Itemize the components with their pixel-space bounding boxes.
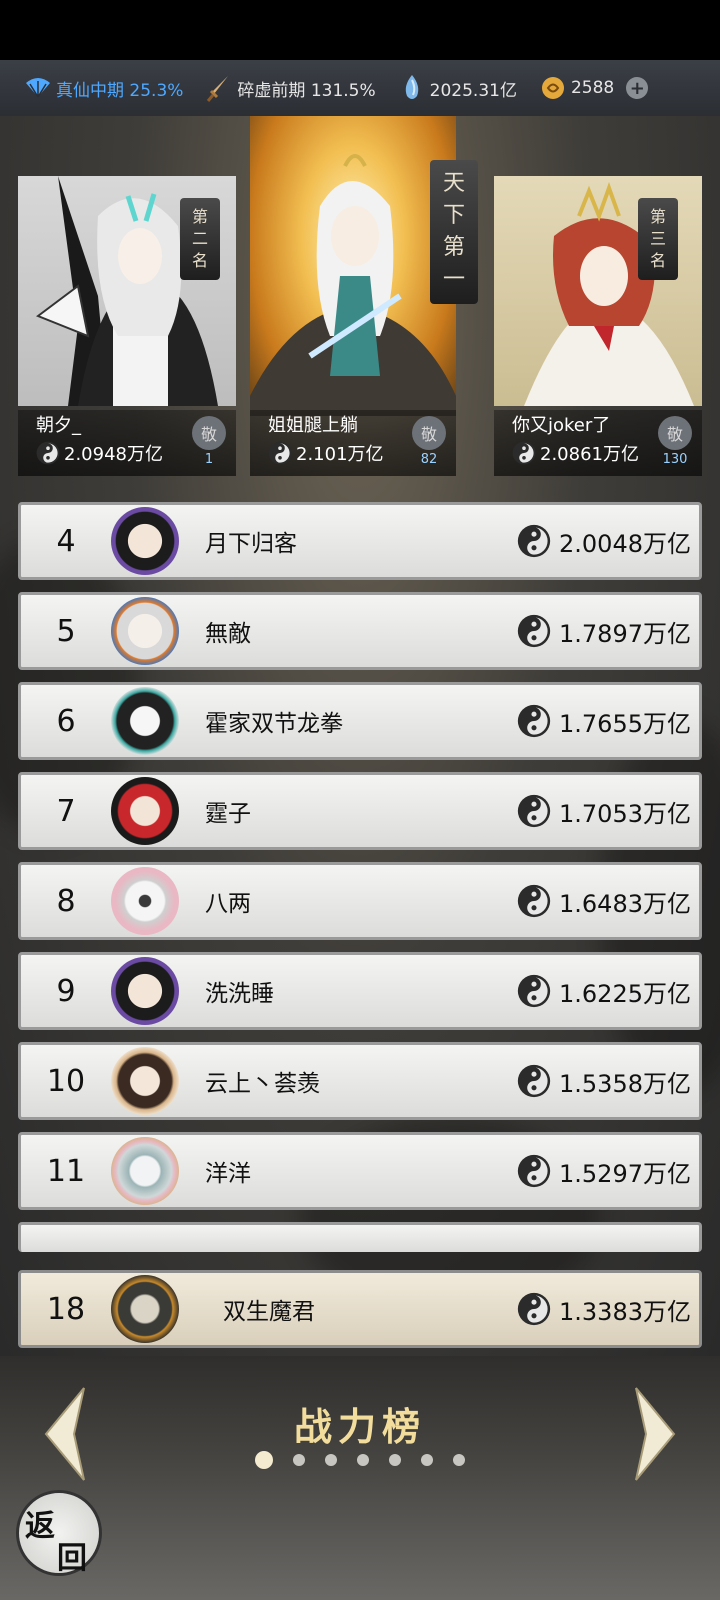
ranking-row[interactable]: 6 霍家双节龙拳 1.7655万亿 bbox=[18, 682, 702, 760]
player-power: 1.6225万亿 bbox=[517, 974, 691, 1009]
ranking-row[interactable]: 4 月下归客 2.0048万亿 bbox=[18, 502, 702, 580]
ranking-row[interactable]: 9 洗洗睡 1.6225万亿 bbox=[18, 952, 702, 1030]
page-dot[interactable] bbox=[255, 1451, 273, 1469]
rank-number: 8 bbox=[56, 883, 76, 919]
yinyang-icon bbox=[517, 1064, 551, 1098]
worship-count: 82 bbox=[420, 452, 438, 467]
player-avatar[interactable] bbox=[111, 867, 179, 935]
rank-number: 9 bbox=[56, 973, 76, 1009]
my-rank-row[interactable]: 18 双生魔君 1.3383万亿 bbox=[18, 1270, 702, 1348]
rank-number: 4 bbox=[56, 523, 76, 559]
player-power: 1.7655万亿 bbox=[517, 704, 691, 739]
ranking-row[interactable]: 11 洋洋 1.5297万亿 bbox=[18, 1132, 702, 1210]
player-avatar[interactable] bbox=[111, 1047, 179, 1115]
player-avatar[interactable] bbox=[111, 1275, 179, 1343]
player-avatar[interactable] bbox=[111, 597, 179, 665]
first-place-info: 姐姐腿上躺 2.101万亿 敬 82 bbox=[250, 410, 456, 476]
rank-banner-first: 天下第一 bbox=[430, 160, 478, 304]
podium-first[interactable]: 天下第一 姐姐腿上躺 2.101万亿 敬 82 bbox=[250, 116, 478, 476]
player-power: 2.0048万亿 bbox=[517, 524, 691, 559]
yinyang-icon bbox=[517, 794, 551, 828]
rank-banner-second: 第二名 bbox=[180, 198, 220, 280]
podium-second[interactable]: 第二名 朝夕_ 2.0948万亿 敬 1 bbox=[18, 116, 236, 476]
player-avatar[interactable] bbox=[111, 687, 179, 755]
yinyang-icon bbox=[517, 974, 551, 1008]
rank-number: 5 bbox=[56, 613, 76, 649]
back-label-char: 返 bbox=[25, 1509, 55, 1544]
player-name: 双生魔君 bbox=[223, 1299, 315, 1325]
player-name: 月下归客 bbox=[205, 531, 297, 557]
page-dot[interactable] bbox=[325, 1454, 337, 1466]
first-place-portrait[interactable] bbox=[250, 116, 456, 416]
page-dot[interactable] bbox=[389, 1454, 401, 1466]
ranking-row[interactable]: 7 霆子 1.7053万亿 bbox=[18, 772, 702, 850]
yinyang-icon bbox=[517, 704, 551, 738]
spirit-stone-icon bbox=[398, 74, 426, 102]
worship-button[interactable]: 敬 bbox=[412, 416, 446, 450]
back-label-char: 回 bbox=[57, 1541, 87, 1576]
player-name: 霍家双节龙拳 bbox=[205, 711, 343, 737]
fan-icon bbox=[24, 74, 52, 102]
ranking-row[interactable]: 10 云上丶荟羡 1.5358万亿 bbox=[18, 1042, 702, 1120]
player-name: 洋洋 bbox=[205, 1161, 251, 1187]
page-dot[interactable] bbox=[453, 1454, 465, 1466]
player-power: 1.6483万亿 bbox=[517, 884, 691, 919]
player-power: 1.5358万亿 bbox=[517, 1064, 691, 1099]
yinyang-icon bbox=[517, 614, 551, 648]
podium-third[interactable]: 第三名 你又joker了 2.0861万亿 敬 130 bbox=[494, 116, 702, 476]
yinyang-icon bbox=[512, 441, 536, 465]
third-place-info: 你又joker了 2.0861万亿 敬 130 bbox=[494, 410, 702, 476]
player-name: 云上丶荟羡 bbox=[205, 1071, 320, 1097]
gold-coin-icon bbox=[539, 74, 567, 102]
worship-button[interactable]: 敬 bbox=[658, 416, 692, 450]
ranking-row[interactable]: 5 無敵 1.7897万亿 bbox=[18, 592, 702, 670]
rank-number: 7 bbox=[56, 793, 76, 829]
player-name: 霆子 bbox=[205, 801, 251, 827]
rank-number: 10 bbox=[46, 1063, 86, 1099]
rank-banner-third: 第三名 bbox=[638, 198, 678, 280]
status-bar bbox=[0, 0, 720, 60]
worship-button[interactable]: 敬 bbox=[192, 416, 226, 450]
bottom-panel bbox=[0, 1356, 720, 1600]
yinyang-icon bbox=[517, 884, 551, 918]
spirit-stone-count[interactable]: 2025.31亿 bbox=[398, 74, 517, 102]
player-power: 1.7053万亿 bbox=[517, 794, 691, 829]
page-dot[interactable] bbox=[357, 1454, 369, 1466]
player-avatar[interactable] bbox=[111, 507, 179, 575]
gold-count[interactable]: 2588 bbox=[539, 74, 614, 102]
board-title: 战力榜 bbox=[293, 1404, 426, 1449]
yinyang-icon bbox=[517, 524, 551, 558]
page-dot[interactable] bbox=[293, 1454, 305, 1466]
player-name: 八两 bbox=[205, 891, 251, 917]
ranking-row-partial bbox=[18, 1222, 702, 1252]
player-avatar[interactable] bbox=[111, 957, 179, 1025]
resource-bar: 真仙中期 25.3% 碎虚前期 131.5% 2025.31亿 2588 + bbox=[0, 60, 720, 116]
yinyang-icon bbox=[517, 1154, 551, 1188]
sword-icon bbox=[205, 74, 233, 102]
second-place-info: 朝夕_ 2.0948万亿 敬 1 bbox=[18, 410, 236, 476]
player-power: 1.3383万亿 bbox=[517, 1292, 691, 1327]
yinyang-icon bbox=[36, 441, 60, 465]
page-indicator bbox=[0, 1451, 720, 1469]
player-power: 1.5297万亿 bbox=[517, 1154, 691, 1189]
player-avatar[interactable] bbox=[111, 1137, 179, 1205]
rank-number: 6 bbox=[56, 703, 76, 739]
cultivation-level[interactable]: 真仙中期 25.3% bbox=[24, 74, 183, 102]
worship-count: 130 bbox=[662, 452, 688, 467]
player-name: 洗洗睡 bbox=[205, 981, 274, 1007]
rank-number: 11 bbox=[46, 1153, 86, 1189]
body-refinement-level[interactable]: 碎虚前期 131.5% bbox=[205, 74, 376, 102]
back-button[interactable]: 返 回 bbox=[16, 1490, 102, 1576]
player-avatar[interactable] bbox=[111, 777, 179, 845]
add-gold-button[interactable]: + bbox=[626, 77, 649, 99]
yinyang-icon bbox=[268, 441, 292, 465]
page-dot[interactable] bbox=[421, 1454, 433, 1466]
ranking-row[interactable]: 8 八两 1.6483万亿 bbox=[18, 862, 702, 940]
player-name: 無敵 bbox=[205, 621, 251, 647]
rank-number: 18 bbox=[46, 1291, 86, 1327]
player-power: 1.7897万亿 bbox=[517, 614, 691, 649]
worship-count: 1 bbox=[204, 452, 214, 467]
yinyang-icon bbox=[517, 1292, 551, 1326]
